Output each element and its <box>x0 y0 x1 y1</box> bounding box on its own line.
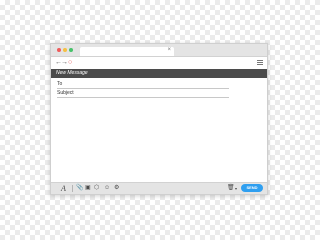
settings-icon[interactable]: ⚙ <box>114 183 119 194</box>
minimize-window-button[interactable] <box>63 48 67 52</box>
compose-title: New Message <box>56 70 88 76</box>
maximize-window-button[interactable] <box>69 48 73 52</box>
menu-icon[interactable] <box>257 60 263 65</box>
attach-icon[interactable]: 📎 <box>76 183 83 194</box>
message-body[interactable] <box>57 102 261 182</box>
font-format-icon[interactable]: A <box>61 183 66 194</box>
reload-icon[interactable]: ○ <box>68 58 72 67</box>
subject-label: Subject <box>57 90 74 96</box>
compose-toolbar: A 📎 ▣ ⬡ ☺ ⚙ 🗑 ▾ SEND <box>51 182 267 194</box>
title-bar: × <box>51 44 267 57</box>
close-window-button[interactable] <box>57 48 61 52</box>
trash-icon[interactable]: 🗑 <box>227 183 235 194</box>
close-tab-icon[interactable]: × <box>167 46 171 55</box>
browser-tab[interactable]: × <box>80 47 174 56</box>
subject-field[interactable]: Subject <box>57 90 229 98</box>
send-button[interactable]: SEND <box>241 184 263 192</box>
compose-header: New Message <box>51 69 267 78</box>
to-field[interactable]: To <box>57 81 229 89</box>
forward-arrow-icon[interactable]: → <box>61 58 68 67</box>
link-icon[interactable]: ⬡ <box>94 183 99 194</box>
chevron-down-icon[interactable]: ▾ <box>235 183 237 194</box>
image-icon[interactable]: ▣ <box>85 183 91 194</box>
to-label: To <box>57 81 63 87</box>
navigation-bar: ← → ○ <box>51 57 267 68</box>
emoji-icon[interactable]: ☺ <box>104 183 110 194</box>
browser-window: × ← → ○ New Message To Subject A 📎 ▣ ⬡ ☺… <box>50 43 268 195</box>
toolbar-divider <box>72 185 73 192</box>
